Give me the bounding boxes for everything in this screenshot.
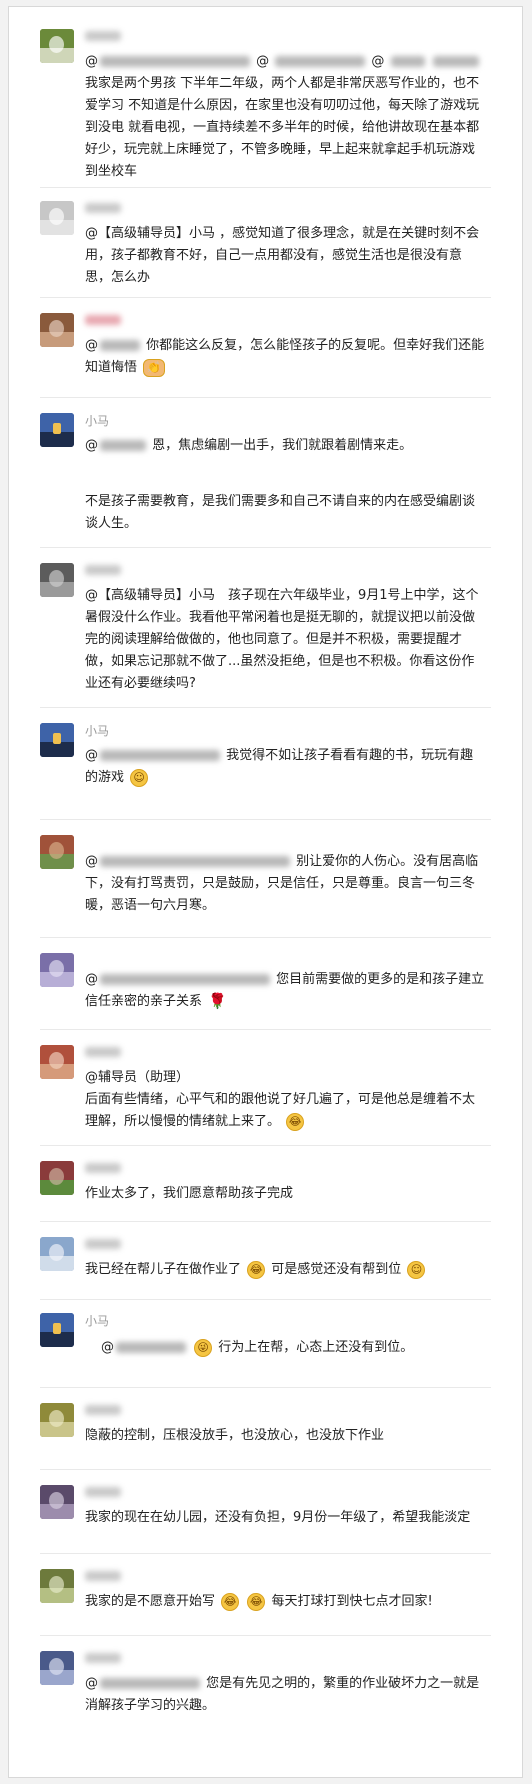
avatar[interactable] xyxy=(40,1161,74,1195)
comment-text: 我家的现在在幼儿园，还没有负担，9月份一年级了，希望我能淡定 xyxy=(85,1510,471,1525)
comment-text: @ @ @ 我家是两个男孩 下半年二年级，两个人都是非常厌恶写作业的，也不爱学习… xyxy=(85,54,480,179)
commenter-name[interactable] xyxy=(85,1571,121,1581)
facepalm-emoji-icon: 😂 xyxy=(247,1592,266,1611)
commenter-name[interactable] xyxy=(85,1163,121,1173)
comment-text: @ 别让爱你的人伤心。没有居高临下，没有打骂责罚，只是鼓励，只是信任，只是尊重。… xyxy=(85,854,479,913)
avatar[interactable] xyxy=(40,1313,74,1347)
comment-text: @【高级辅导员】小马 孩子现在六年级毕业，9月1号上中学，这个暑假没什么作业。我… xyxy=(85,588,479,691)
comment-text: 我已经在帮儿子在做作业了 😂 可是感觉还没有帮到位 ☺ xyxy=(85,1259,485,1281)
comment-text: @ 恩，焦虑编剧一出手，我们就跟着剧情来走。 xyxy=(85,438,413,453)
commenter-name[interactable] xyxy=(85,1653,121,1663)
comment-text: 作业太多了，我们愿意帮助孩子完成 xyxy=(85,1186,294,1201)
facepalm-emoji-icon: ☺ xyxy=(407,1260,426,1279)
laughing-emoji-icon: 😂 xyxy=(247,1260,266,1279)
comment-text-para2: 后面有些情绪，心平气和的跟他说了好几遍了，可是他总是缠着不太理解，所以慢慢的情绪… xyxy=(85,1092,476,1131)
avatar[interactable] xyxy=(40,563,74,597)
avatar[interactable] xyxy=(40,1569,74,1603)
avatar[interactable] xyxy=(40,953,74,987)
facepalm-emoji-icon: 😂 xyxy=(221,1592,240,1611)
divider xyxy=(40,1387,491,1388)
avatar[interactable] xyxy=(40,723,74,757)
divider xyxy=(40,819,491,820)
commenter-name[interactable] xyxy=(85,203,121,213)
comment-text: @辅导员（助理） xyxy=(85,1070,190,1085)
commenter-name[interactable] xyxy=(85,565,121,575)
comment-thread-card: @ @ @ 我家是两个男孩 下半年二年级，两个人都是非常厌恶写作业的，也不爱学习… xyxy=(8,6,523,1778)
comment-text: @ 您目前需要做的更多的是和孩子建立信任亲密的亲子关系 🌹 xyxy=(85,972,485,1010)
commenter-name[interactable] xyxy=(85,315,121,325)
rose-icon: 🌹 xyxy=(208,991,227,1010)
commenter-name[interactable] xyxy=(85,1239,121,1249)
comment-text: @ 你都能这么反复，怎么能怪孩子的反复呢。但幸好我们还能知道悔悟 👏 xyxy=(85,338,485,377)
divider xyxy=(40,187,491,188)
comment-text: 我家的是不愿意开始写 😂 😂 每天打球打到快七点才回家! xyxy=(85,1592,433,1611)
avatar[interactable] xyxy=(40,1651,74,1685)
commenter-name[interactable]: 小马 xyxy=(85,413,109,429)
avatar[interactable] xyxy=(40,1237,74,1271)
smile-emoji-icon: ☺ xyxy=(130,768,149,787)
commenter-name[interactable] xyxy=(85,1047,121,1057)
laughing-emoji-icon: 😂 xyxy=(286,1112,305,1131)
divider xyxy=(40,297,491,298)
avatar[interactable] xyxy=(40,835,74,869)
divider xyxy=(40,547,491,548)
divider xyxy=(40,1221,491,1222)
comment-text: @ 😜 行为上在帮，心态上还没有到位。 xyxy=(101,1338,414,1357)
commenter-name[interactable] xyxy=(85,1405,121,1415)
comment-text: 隐蔽的控制，压根没放手，也没放心，也没放下作业 xyxy=(85,1428,385,1443)
commenter-name[interactable]: 小马 xyxy=(85,1313,109,1329)
comment-text: @ 我觉得不如让孩子看看有趣的书，玩玩有趣的游戏 ☺ xyxy=(85,748,474,787)
divider xyxy=(40,1469,491,1470)
divider xyxy=(40,1299,491,1300)
commenter-name[interactable] xyxy=(85,1487,121,1497)
comment-text: @【高级辅导员】小马 ，感觉知道了很多理念，就是在关键时刻不会用，孩子都教育不好… xyxy=(85,226,480,285)
divider xyxy=(40,397,491,398)
avatar[interactable] xyxy=(40,29,74,63)
avatar[interactable] xyxy=(40,413,74,447)
divider xyxy=(40,1029,491,1030)
divider xyxy=(40,1145,491,1146)
divider xyxy=(40,937,491,938)
commenter-name[interactable]: 小马 xyxy=(85,723,109,739)
clap-hands-icon: 👏 xyxy=(143,358,166,377)
tongue-emoji-icon: 😜 xyxy=(194,1338,213,1357)
avatar[interactable] xyxy=(40,1045,74,1079)
commenter-name[interactable] xyxy=(85,31,121,41)
comment-text-para2: 不是孩子需要教育，是我们需要多和自己不请自来的内在感受编剧谈谈人生。 xyxy=(85,494,476,531)
avatar[interactable] xyxy=(40,201,74,235)
divider xyxy=(40,1553,491,1554)
divider xyxy=(40,707,491,708)
comment-text: @ 您是有先见之明的，繁重的作业破坏力之一就是消解孩子学习的兴趣。 xyxy=(85,1676,480,1713)
avatar[interactable] xyxy=(40,313,74,347)
divider xyxy=(40,1635,491,1636)
avatar[interactable] xyxy=(40,1403,74,1437)
avatar[interactable] xyxy=(40,1485,74,1519)
